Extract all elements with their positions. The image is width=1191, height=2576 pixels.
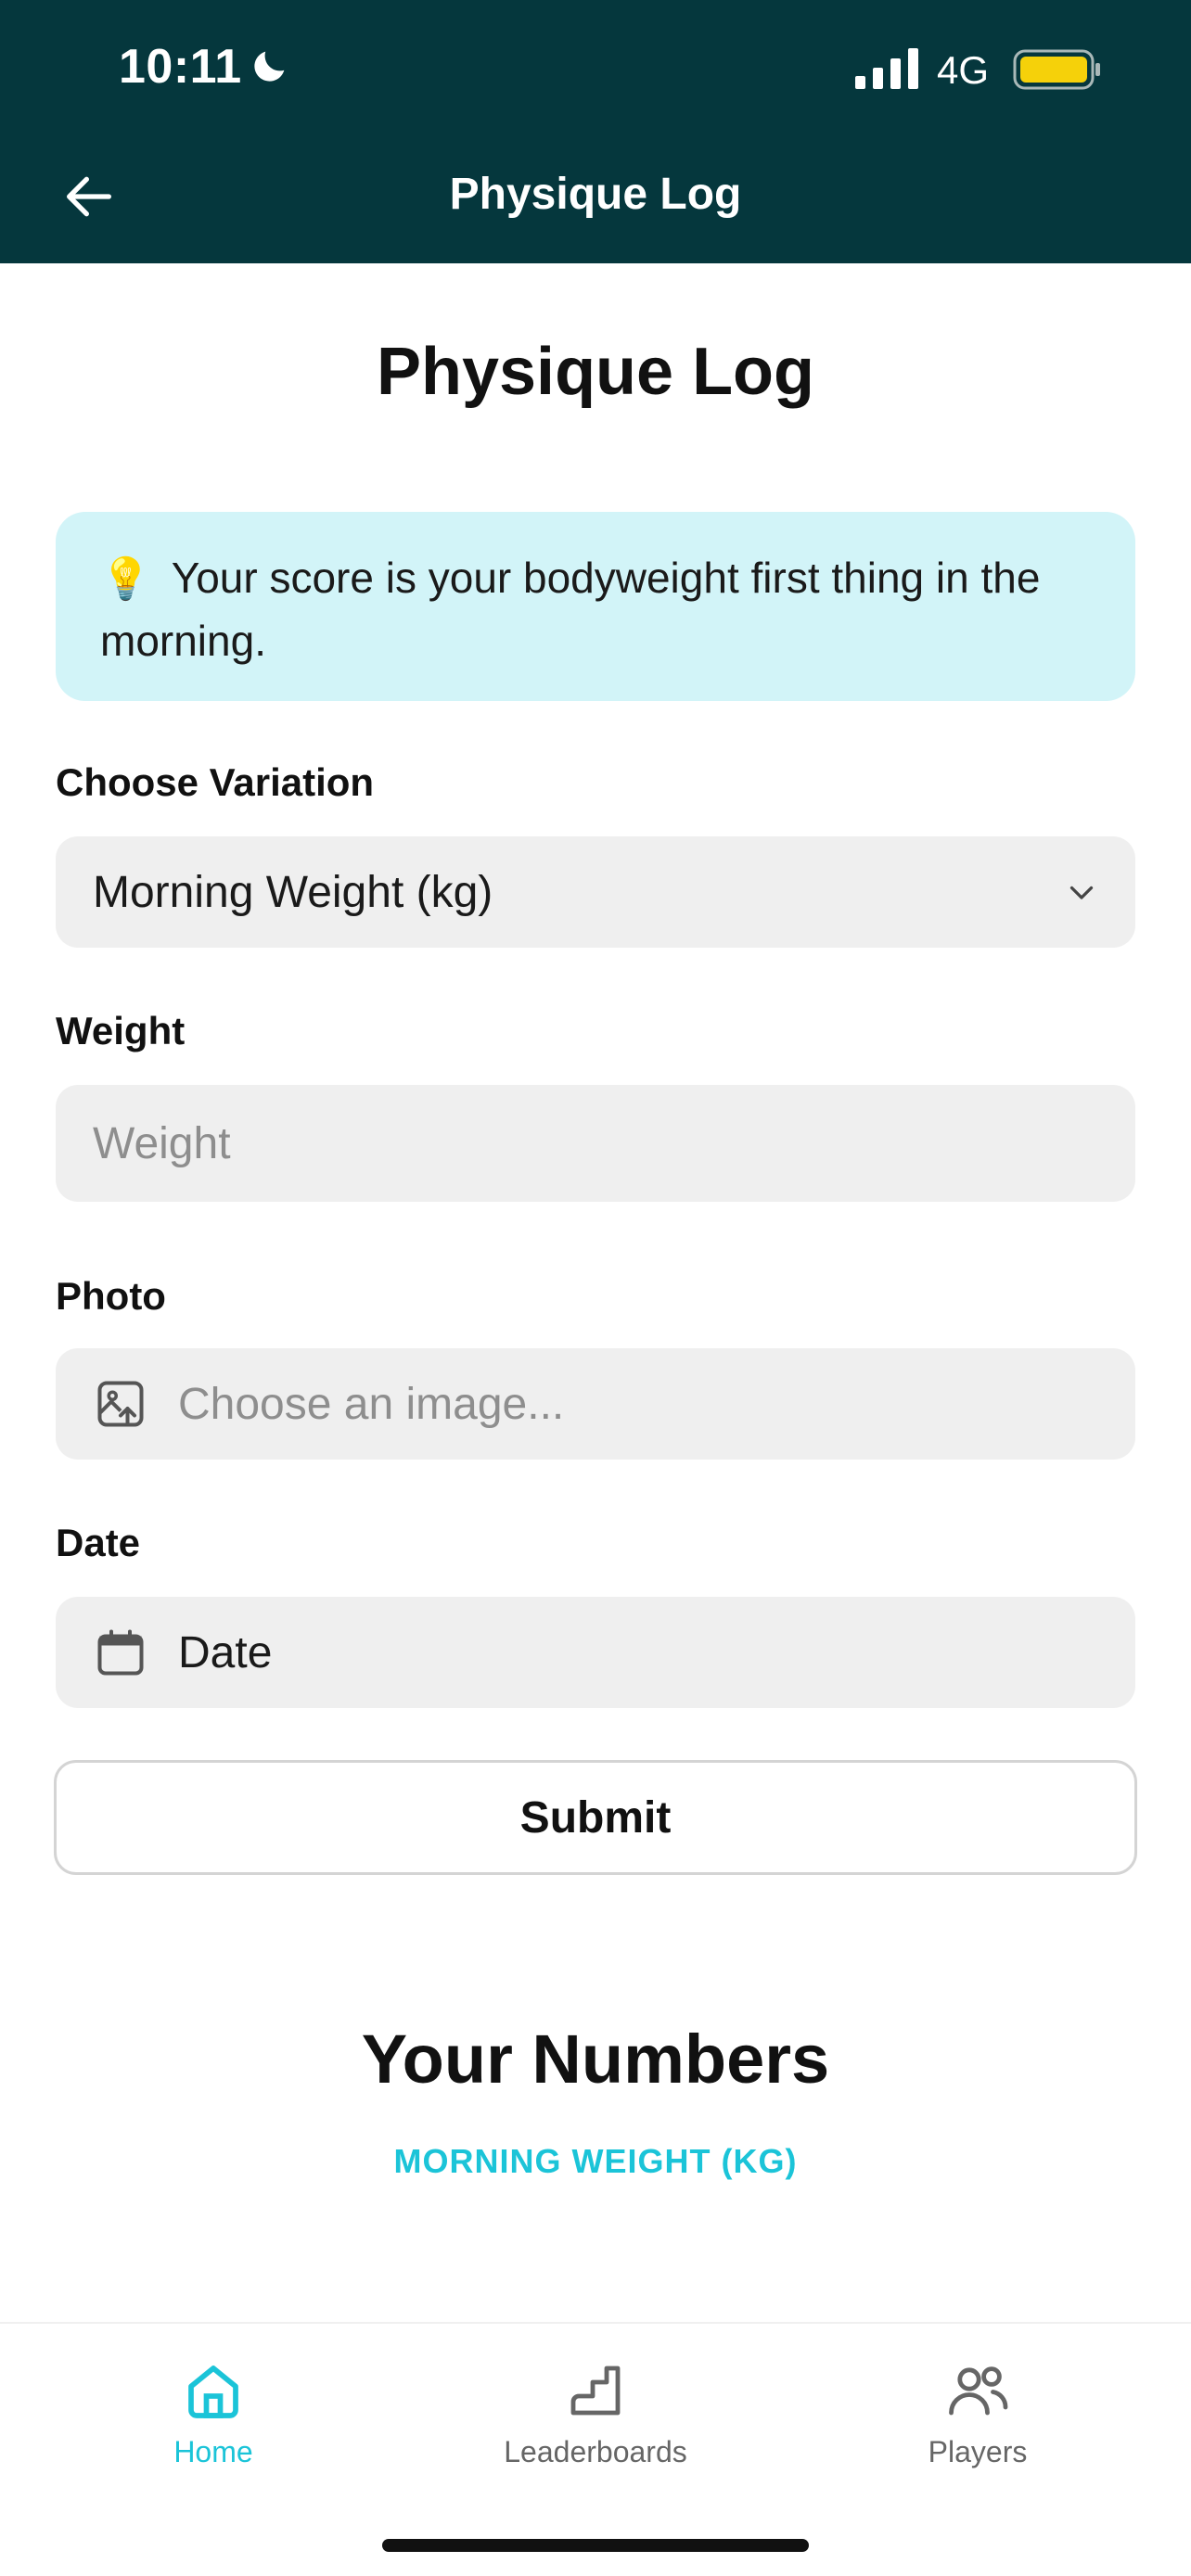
tab-players[interactable]: Players [839,2357,1117,2496]
calendar-icon [97,1629,144,1676]
numbers-variation: MORNING WEIGHT (KG) [393,2142,798,2180]
variation-select[interactable]: Morning Weight (kg) [56,836,1135,948]
network-label: 4G [937,48,990,92]
home-icon [188,2366,238,2418]
image-upload-icon [97,1381,144,1427]
stairs-icon [570,2366,621,2416]
users-icon [949,2366,1008,2416]
tab-leaderboards-label: Leaderboards [504,2435,687,2468]
tab-bar: Home Leaderboards Players [0,2322,1191,2576]
physique-log-screen: 10:11 4G Physique Log Physique Log 💡 You… [0,0,1191,2576]
tip-text: Your score is your bodyweight first thin… [100,554,1041,665]
date-value: Date [178,1627,273,1677]
weight-placeholder: Weight [93,1118,231,1168]
tab-players-label: Players [928,2435,1028,2468]
variation-selected: Morning Weight (kg) [93,867,493,917]
weight-input[interactable]: Weight [56,1085,1135,1202]
tab-leaderboards[interactable]: Leaderboards [456,2357,735,2496]
lightbulb-icon: 💡 [100,556,151,602]
status-time: 10:11 [119,40,242,94]
submit-button[interactable]: Submit [54,1760,1137,1875]
photo-placeholder: Choose an image... [178,1379,565,1429]
moon-icon [254,51,285,82]
page-title: Physique Log [376,335,815,409]
tab-home[interactable]: Home [74,2357,352,2496]
weight-label: Weight [56,1009,186,1052]
home-indicator [382,2539,809,2552]
tip-box: 💡 Your score is your bodyweight first th… [56,512,1135,701]
battery-icon [1013,49,1100,90]
date-label: Date [56,1521,141,1564]
chevron-down-icon [1069,886,1094,899]
tab-home-label: Home [173,2435,253,2468]
variation-label: Choose Variation [56,760,375,804]
signal-icon [855,48,918,89]
numbers-title: Your Numbers [361,2021,830,2098]
photo-label: Photo [56,1274,166,1318]
photo-picker[interactable]: Choose an image... [56,1348,1135,1460]
header-title: Physique Log [449,170,742,219]
date-picker[interactable]: Date [56,1597,1135,1708]
top-bar: 10:11 4G Physique Log [0,0,1191,263]
